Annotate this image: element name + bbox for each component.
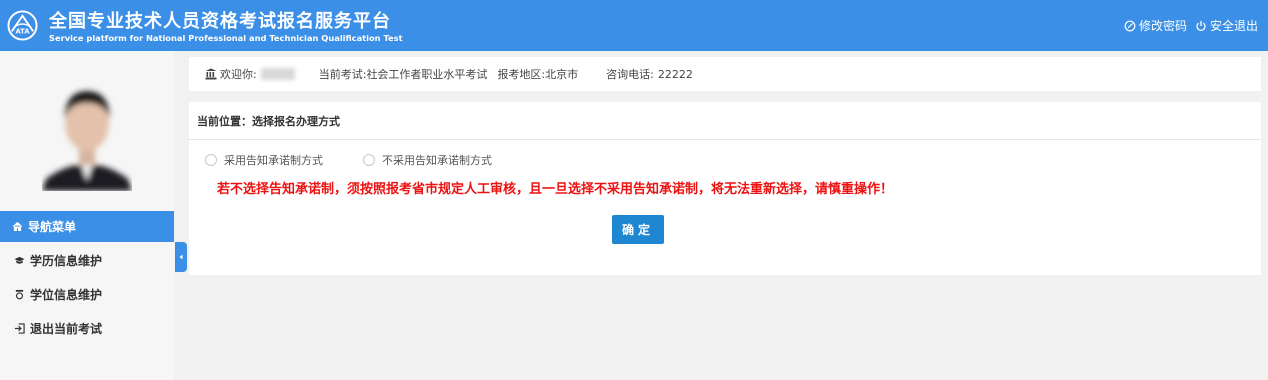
method-selection-panel: 当前位置：选择报名办理方式 采用告知承诺制方式 不采用告知承诺制方式 若不选择告… [189, 102, 1261, 275]
radio-no-promise-label[interactable]: 不采用告知承诺制方式 [382, 152, 492, 168]
home-icon [12, 221, 23, 231]
nav-menu-header[interactable]: 导航菜单 [0, 211, 174, 242]
breadcrumb: 当前位置：选择报名办理方式 [189, 102, 1261, 140]
current-exam-value: 社会工作者职业水平考试 [366, 68, 488, 81]
confirm-button[interactable]: 确定 [612, 215, 664, 244]
medal-icon [15, 289, 24, 299]
sign-out-icon [14, 322, 25, 334]
warning-message: 若不选择告知承诺制，须按照报考省市规定人工审核，且一旦选择不采用告知承诺制，将无… [217, 182, 894, 197]
platform-title: 全国专业技术人员资格考试报名服务平台 [49, 11, 391, 32]
logout-link[interactable]: 安全退出 [1195, 17, 1258, 34]
sidebar-item-degree[interactable]: 学位信息维护 [0, 279, 174, 309]
platform-subtitle: Service platform for National Profession… [49, 33, 403, 43]
region-label: 报考地区: [497, 68, 546, 81]
edit-circle-icon [1124, 20, 1136, 31]
radio-promise-label[interactable]: 采用告知承诺制方式 [224, 152, 323, 168]
power-icon [1196, 20, 1206, 31]
nav-menu-title: 导航菜单 [28, 220, 77, 234]
sidebar-item-education[interactable]: 学历信息维护 [0, 245, 174, 275]
radio-no-promise-method[interactable] [363, 154, 375, 166]
top-header: ATA 全国专业技术人员资格考试报名服务平台 Service platform … [0, 0, 1268, 51]
phone-label: 咨询电话: [606, 68, 654, 81]
sidebar-item-label: 退出当前考试 [30, 321, 103, 336]
ata-logo-icon: ATA [7, 10, 38, 41]
sidebar-item-exit-exam[interactable]: 退出当前考试 [0, 313, 174, 343]
user-photo [42, 91, 132, 191]
sidebar-collapse-toggle[interactable] [175, 242, 187, 272]
svg-text:ATA: ATA [15, 27, 30, 35]
sidebar-item-label: 学位信息维护 [30, 287, 103, 302]
welcome-label: 欢迎你: [220, 68, 257, 81]
phone-value: 22222 [657, 67, 693, 81]
logout-label: 安全退出 [1209, 19, 1258, 33]
radio-promise-method[interactable] [205, 154, 217, 166]
sidebar-item-label: 学历信息维护 [30, 253, 103, 268]
current-exam-label: 当前考试: [318, 68, 367, 81]
header-actions: 修改密码 安全退出 [1124, 17, 1258, 34]
change-password-label: 修改密码 [1138, 19, 1187, 33]
sidebar: 导航菜单 学历信息维护 学位信息维护 退出当前考试 [0, 51, 174, 380]
graduation-cap-icon [14, 256, 25, 264]
chevron-left-icon [179, 254, 183, 260]
region-value: 北京市 [545, 68, 579, 81]
method-radio-group: 采用告知承诺制方式 不采用告知承诺制方式 [205, 152, 532, 168]
change-password-link[interactable]: 修改密码 [1124, 17, 1187, 34]
username-blurred [260, 68, 295, 80]
institution-icon [205, 68, 217, 80]
exam-info-bar: 欢迎你: 当前考试: 社会工作者职业水平考试 报考地区: 北京市 咨询电话: 2… [189, 57, 1261, 91]
